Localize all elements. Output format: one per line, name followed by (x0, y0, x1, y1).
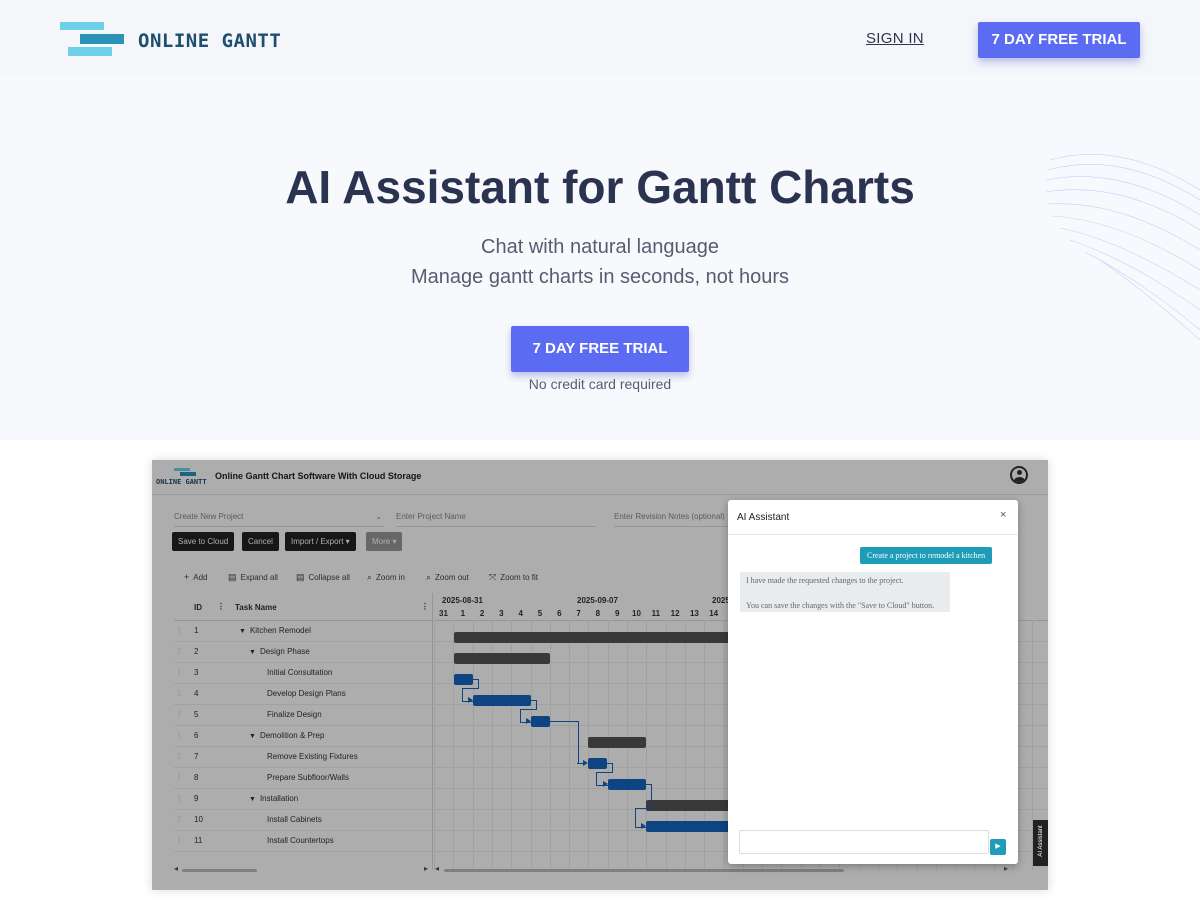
cta-note: No credit card required (528, 376, 672, 392)
top-nav: ONLINE GANTT SIGN IN 7 DAY FREE TRIAL (0, 0, 1200, 76)
logo-bar-icon (68, 47, 112, 56)
logo-text: ONLINE GANTT (138, 30, 282, 52)
site-logo[interactable]: ONLINE GANTT (60, 22, 310, 58)
send-icon[interactable]: ▶ (990, 839, 1006, 855)
ai-assistant-tab[interactable]: AI Assistant (1033, 820, 1048, 866)
hero-subtitle: Manage gantt charts in seconds, not hour… (410, 266, 789, 288)
close-icon[interactable]: × (1000, 509, 1006, 521)
hero-trial-button[interactable]: 7 DAY FREE TRIAL (511, 326, 689, 372)
logo-bar-icon (60, 22, 104, 30)
hero-title: AI Assistant for Gantt Charts (285, 161, 915, 213)
logo-bar-icon (80, 34, 124, 44)
wave-decoration (1045, 154, 1200, 340)
modal-title: AI Assistant (737, 512, 790, 523)
user-message: Create a project to remodel a kitchen (860, 547, 993, 564)
assistant-message: I have made the requested changes to the… (740, 572, 950, 612)
hero-subtitle: Chat with natural language (481, 236, 719, 258)
ai-assistant-modal: AI Assistant × Create a project to remod… (728, 500, 1018, 864)
free-trial-button[interactable]: 7 DAY FREE TRIAL (978, 22, 1140, 58)
app-screenshot: ONLINE GANTT Online Gantt Chart Software… (152, 460, 1048, 890)
sign-in-link[interactable]: SIGN IN (866, 30, 924, 47)
divider (728, 534, 1018, 535)
chat-input[interactable] (739, 830, 989, 854)
